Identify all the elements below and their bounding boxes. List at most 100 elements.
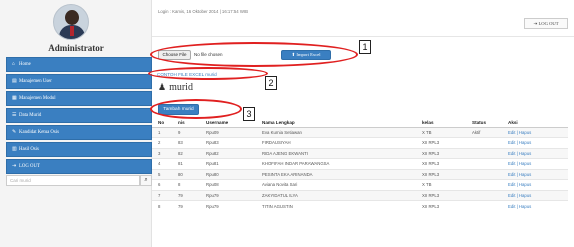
cell-kelas: XII RPL3 [416,137,466,148]
cell-nama: PESINTA EKA ARINANDA [256,168,416,180]
logout-button[interactable]: ⇥ LOG OUT [524,18,568,29]
users-icon: ▤ [12,79,17,84]
cell-status: Aktif [466,126,502,138]
header-divider [152,36,574,37]
edit-hapus-link[interactable]: Edit | Hapus [508,140,531,145]
sidebar-item-label: Manajemen Modul [19,96,56,101]
annotation-ellipse-2 [148,67,268,80]
sidebar-menu: ⌂ Home ▤ Manajemen User ▦ Manajemen Modu… [6,57,152,176]
edit-icon: ✎ [12,130,17,135]
page-title-text: murid [169,82,193,93]
edit-hapus-link[interactable]: Edit | Hapus [508,193,531,198]
cell-nama: KHOFIFAH INDAR PARAWANGSA [256,158,416,169]
cell-username: Rpu83 [200,137,256,148]
table-row: 3 82 Rpu82 RIDA AJENG EKWANTI XII RPL3 Edit |… [152,147,568,159]
cell-kelas: X TB [416,179,466,190]
murid-table: No nis Username Nama Lengkap kelas Statu… [152,118,568,211]
admin-title: Administrator [48,43,104,53]
admin-avatar [53,4,89,40]
column-header-no: No [152,118,172,128]
edit-hapus-link[interactable]: Edit | Hapus [508,204,531,209]
cell-nama: FIRDAUSIYAH [256,137,416,148]
cell-no: 6 [152,179,172,190]
sidebar-item-label: LOG OUT [19,164,40,169]
column-header-kelas: kelas [416,118,466,128]
cell-nis: 8 [172,179,200,190]
sidebar-item-hasil-osis[interactable]: ▥ Hasil Osis [6,142,152,157]
search-icon[interactable]: ⌕ [140,175,152,186]
edit-hapus-link[interactable]: Edit | Hapus [508,182,531,187]
cell-username: Rpu82 [200,147,256,159]
sidebar-item-data-murid[interactable]: ☰ Data Murid [6,108,152,123]
cell-aksi: Edit | Hapus [502,179,568,190]
cell-aksi: Edit | Hapus [502,126,568,138]
cell-nis: 9 [172,126,200,138]
annotation-marker-2: 2 [265,76,277,90]
sidebar-item-logout[interactable]: ⇥ LOG OUT [6,159,152,174]
search-input[interactable]: Cari murid [6,175,140,186]
table-header-row: No nis Username Nama Lengkap kelas Statu… [152,118,568,128]
sidebar-item-label: Manajemen User [19,79,52,84]
cell-aksi: Edit | Hapus [502,168,568,180]
cell-status [466,158,502,169]
table-row: 6 8 Rpu08 Aviana Novita Sari X TB Edit | Hapu… [152,179,568,190]
cell-status [466,200,502,211]
edit-hapus-link[interactable]: Edit | Hapus [508,130,531,135]
annotation-marker-1: 1 [359,40,371,54]
cell-aksi: Edit | Hapus [502,158,568,169]
sidebar-item-manajemen-user[interactable]: ▤ Manajemen User [6,74,152,89]
table-row: 8 79 Rpu79 TITIN AGUSTIN XII RPL3 Edit | Hapu… [152,200,568,211]
sidebar-item-label: Kandidat Ketua Osis [19,130,59,135]
cell-status [466,147,502,159]
sidebar-item-label: Data Murid [19,113,42,118]
sidebar-item-label: Hasil Osis [19,147,39,152]
annotation-ellipse-3 [150,99,242,119]
cell-aksi: Edit | Hapus [502,189,568,201]
cell-no: 3 [152,147,172,159]
user-icon: ♟ [158,82,167,92]
cell-nis: 83 [172,137,200,148]
edit-hapus-link[interactable]: Edit | Hapus [508,172,531,177]
cell-no: 7 [152,189,172,201]
cell-nis: 81 [172,158,200,169]
cell-username: Rpu81 [200,158,256,169]
cell-nis: 79 [172,189,200,201]
cell-nama: Aviana Novita Sari [256,179,416,190]
cell-nis: 79 [172,200,200,211]
column-header-aksi: Aksi [502,118,568,128]
cell-aksi: Edit | Hapus [502,137,568,148]
table-row: 7 79 Rpu79 ZAKYIDATUL ILYA XII RPL3 Edit | Ha… [152,189,568,201]
cell-no: 1 [152,126,172,138]
sidebar-item-label: Home [19,62,31,67]
cell-username: Rpu09 [200,126,256,138]
cell-nama: RIDA AJENG EKWANTI [256,147,416,159]
cell-kelas: XII RPL3 [416,168,466,180]
column-header-username: Username [200,118,256,128]
edit-hapus-link[interactable]: Edit | Hapus [508,151,531,156]
table-row: 2 83 Rpu83 FIRDAUSIYAH XII RPL3 Edit | Hapus [152,137,568,148]
column-header-status: Status [466,118,502,128]
sidebar-item-home[interactable]: ⌂ Home [6,57,152,72]
table-row: 4 81 Rpu81 KHOFIFAH INDAR PARAWANGSA XII RPL… [152,158,568,169]
sidebar-item-manajemen-modul[interactable]: ▦ Manajemen Modul [6,91,152,106]
cell-kelas: XII RPL3 [416,200,466,211]
cell-username: Rpu79 [200,200,256,211]
annotation-ellipse-1 [150,42,358,67]
edit-hapus-link[interactable]: Edit | Hapus [508,161,531,166]
cell-no: 8 [152,200,172,211]
table-row: 5 80 Rpu80 PESINTA EKA ARINANDA XII RPL3 Edit… [152,168,568,180]
page-title: ♟ murid [158,82,193,93]
cell-kelas: XII RPL3 [416,189,466,201]
cell-nama: TITIN AGUSTIN [256,200,416,211]
cell-kelas: XII RPL3 [416,158,466,169]
chart-icon: ▥ [12,147,17,152]
sidebar: Administrator ⌂ Home ▤ Manajemen User ▦ … [0,0,152,247]
cell-username: Rpu79 [200,189,256,201]
cell-no: 5 [152,168,172,180]
cell-nis: 82 [172,147,200,159]
sidebar-item-kandidat-ketua-osis[interactable]: ✎ Kandidat Ketua Osis [6,125,152,140]
cell-no: 4 [152,158,172,169]
cell-nama: Eva Kurnia Setiawan [256,126,416,138]
login-info: Login : Kamis, 16 Oktober 2014 | 16:17:5… [158,9,248,14]
cell-username: Rpu80 [200,168,256,180]
